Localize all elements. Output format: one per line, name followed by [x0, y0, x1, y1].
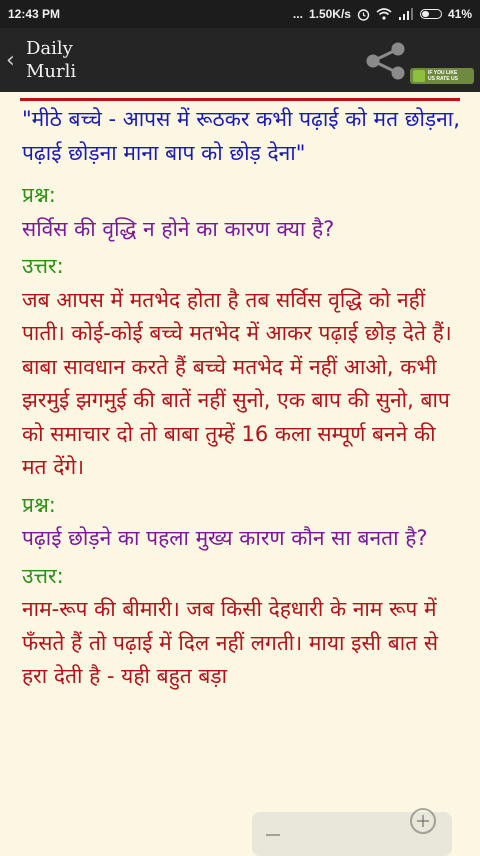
question-text: पढ़ाई छोड़ने का पहला मुख्य कारण कौन सा ब… — [22, 526, 428, 550]
murli-content: "मीठे बच्चे - आपस में रूठकर कभी पढ़ाई को… — [0, 101, 480, 694]
battery-percent: 41% — [447, 7, 472, 21]
app-title-line2: Murli — [26, 61, 77, 82]
signal-icon — [398, 8, 413, 20]
alarm-icon — [357, 8, 370, 21]
app-bar: ‹ Daily Murli IF YOU LIKE US RATE US — [0, 28, 480, 92]
question-text: सर्विस की वृद्धि न होने का कारण क्या है? — [22, 216, 335, 241]
app-title-line1: Daily — [26, 38, 73, 59]
answer-text: जब आपस में मतभेद होता है तब सर्विस वृद्ध… — [22, 287, 452, 480]
zoom-in-icon[interactable] — [410, 808, 436, 834]
zoom-out-icon[interactable] — [266, 834, 280, 836]
back-chevron-icon[interactable]: ‹ — [6, 48, 26, 73]
network-speed: 1.50K/s — [308, 7, 351, 21]
thumbs-up-icon — [413, 70, 425, 82]
answer-text: नाम-रूप की बीमारी। जब किसी देहधारी के ना… — [22, 597, 439, 688]
battery-icon — [419, 9, 442, 19]
share-icon[interactable] — [364, 42, 408, 80]
answer-label: उत्तर: — [22, 254, 64, 278]
answer-label: उत्तर: — [22, 563, 64, 588]
murli-title: "मीठे बच्चे - आपस में रूठकर कभी पढ़ाई को… — [22, 107, 460, 165]
rate-us-line2: US RATE US — [428, 76, 458, 82]
question-label: प्रश्न: — [22, 183, 56, 207]
status-indicators: ... 1.50K/s 41% — [293, 7, 472, 21]
app-title[interactable]: Daily Murli — [26, 37, 76, 83]
question-label: प्रश्न: — [22, 492, 56, 517]
status-time: 12:43 PM — [8, 7, 61, 21]
status-bar: 12:43 PM ... 1.50K/s 41% — [0, 0, 480, 28]
rate-us-button[interactable]: IF YOU LIKE US RATE US — [410, 68, 474, 84]
zoom-controls — [252, 808, 452, 856]
status-dots: ... — [292, 7, 303, 21]
wifi-icon — [376, 8, 392, 20]
